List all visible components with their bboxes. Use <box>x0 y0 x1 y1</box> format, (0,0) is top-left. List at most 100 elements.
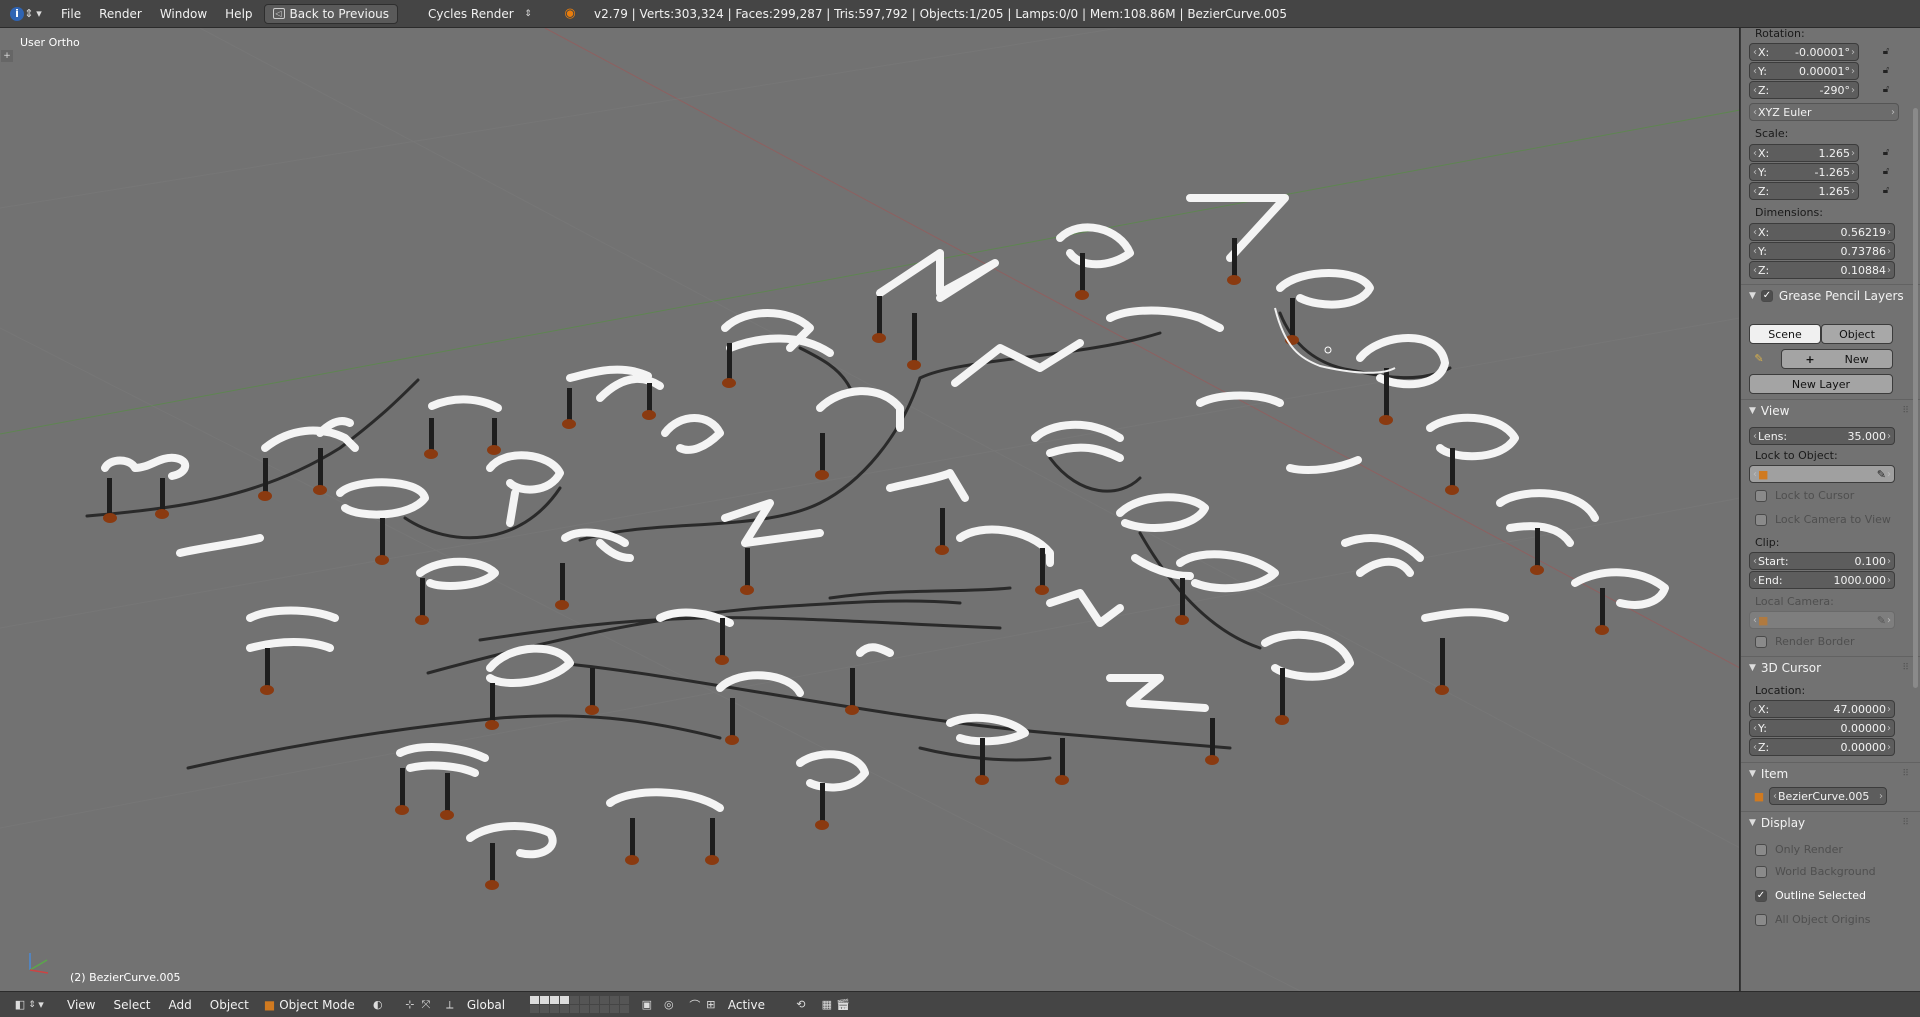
lock-camera-checkbox[interactable]: Lock Camera to View <box>1755 513 1891 526</box>
lock-icon[interactable]: 🔓︎ <box>1879 185 1893 197</box>
eyedropper-icon[interactable]: ✎ <box>1768 468 1886 481</box>
rotation-y-field[interactable]: Y: 0.00001° <box>1749 62 1859 80</box>
lock-icon[interactable]: 🔓︎ <box>1879 147 1893 159</box>
layer-6[interactable] <box>579 996 589 1004</box>
menu-help[interactable]: Help <box>216 7 261 21</box>
viewport-scene[interactable] <box>0 28 1740 991</box>
new-grease-pencil-button[interactable]: + New <box>1781 349 1893 369</box>
layer-11[interactable] <box>529 1005 539 1013</box>
tab-scene[interactable]: Scene <box>1749 324 1821 344</box>
only-render-checkbox[interactable]: Only Render <box>1755 843 1843 856</box>
menu-window[interactable]: Window <box>151 7 216 21</box>
expand-toolshelf-icon[interactable]: + <box>1 50 13 62</box>
layer-5[interactable] <box>569 996 579 1004</box>
manipulator-icon[interactable]: ⤧ <box>418 997 434 1013</box>
menu-add[interactable]: Add <box>160 998 201 1012</box>
collapse-menus-icon[interactable]: ▾ <box>36 997 46 1013</box>
layer-19[interactable] <box>609 1005 619 1013</box>
world-background-checkbox[interactable]: World Background <box>1755 865 1876 878</box>
layer-13[interactable] <box>549 1005 559 1013</box>
lock-to-object-field[interactable]: ■ ✎ <box>1749 465 1895 483</box>
collapse-menus-icon[interactable]: ▾ <box>34 6 44 22</box>
layer-8[interactable] <box>599 996 609 1004</box>
menu-render[interactable]: Render <box>90 7 151 21</box>
layer-12[interactable] <box>539 1005 549 1013</box>
layer-2[interactable] <box>539 996 549 1004</box>
outline-selected-checkbox[interactable]: ✓ Outline Selected <box>1755 889 1866 902</box>
item-panel-header[interactable]: ▼ Item ⠿ <box>1741 762 1920 784</box>
layer-16[interactable] <box>579 1005 589 1013</box>
layer-10[interactable] <box>619 996 629 1004</box>
rotation-mode-dropdown[interactable]: XYZ Euler <box>1749 103 1899 121</box>
lock-icon[interactable]: 🔓︎ <box>1879 166 1893 178</box>
snap-element-icon[interactable]: ⊞ <box>703 997 719 1013</box>
layer-18[interactable] <box>599 1005 609 1013</box>
layer-20[interactable] <box>619 1005 629 1013</box>
proportional-edit-icon[interactable]: ◎ <box>661 997 677 1013</box>
render-image-icon[interactable]: ▦ <box>819 997 835 1013</box>
cursor-y-field[interactable]: Y: 0.00000 <box>1749 719 1895 737</box>
dimensions-z-field[interactable]: Z: 0.10884 <box>1749 261 1895 279</box>
layer-14[interactable] <box>559 1005 569 1013</box>
object-name-field[interactable]: BezierCurve.005 <box>1769 787 1887 805</box>
new-layer-button[interactable]: New Layer <box>1749 374 1893 394</box>
pivot-dropdown[interactable]: Active <box>719 998 789 1012</box>
opengl-render-icon[interactable]: ⟲ <box>793 997 809 1013</box>
layer-buttons[interactable] <box>529 996 629 1013</box>
editor-type-chevron-icon[interactable]: ⇕ <box>24 6 34 22</box>
eyedropper-icon[interactable]: ✎ <box>1768 614 1886 627</box>
info-editor-icon[interactable]: i <box>10 6 24 21</box>
drag-handle-icon[interactable]: ⠿ <box>1902 406 1910 416</box>
drag-handle-icon[interactable]: ⠿ <box>1902 663 1910 673</box>
scale-y-field[interactable]: Y: -1.265 <box>1749 163 1859 181</box>
local-camera-field[interactable]: ■ ✎ <box>1749 611 1895 629</box>
lock-icon[interactable]: 🔓︎ <box>1879 65 1893 77</box>
clip-start-field[interactable]: Start: 0.100 <box>1749 552 1895 570</box>
back-to-previous-button[interactable]: ◁ Back to Previous <box>263 3 399 24</box>
menu-view[interactable]: View <box>58 998 104 1012</box>
menu-file[interactable]: File <box>52 7 90 21</box>
render-animation-icon[interactable]: 🎬︎ <box>835 997 851 1013</box>
snap-icon[interactable]: ⌒ <box>687 997 703 1013</box>
clip-end-field[interactable]: End: 1000.000 <box>1749 571 1895 589</box>
layer-1[interactable] <box>529 996 539 1004</box>
rotation-z-field[interactable]: Z: -290° <box>1749 81 1859 99</box>
dimensions-x-field[interactable]: X: 0.56219 <box>1749 223 1895 241</box>
pencil-icon[interactable]: ✎ <box>1751 350 1767 366</box>
all-object-origins-checkbox[interactable]: All Object Origins <box>1755 913 1870 926</box>
display-panel-header[interactable]: ▼ Display ⠿ <box>1741 811 1920 833</box>
scale-x-field[interactable]: X: 1.265 <box>1749 144 1859 162</box>
lock-camera-icon[interactable]: ▣ <box>639 997 655 1013</box>
mode-dropdown[interactable]: ■ Object Mode <box>258 998 366 1012</box>
dimensions-y-field[interactable]: Y: 0.73786 <box>1749 242 1895 260</box>
rotation-x-field[interactable]: X: -0.00001° <box>1749 43 1859 61</box>
pivot-point-icon[interactable]: ⊹ <box>402 997 418 1013</box>
lock-to-cursor-checkbox[interactable]: Lock to Cursor <box>1755 489 1854 502</box>
render-border-checkbox[interactable]: Render Border <box>1755 635 1855 648</box>
3d-cursor-panel-header[interactable]: ▼ 3D Cursor ⠿ <box>1741 656 1920 678</box>
drag-handle-icon[interactable]: ⠿ <box>1902 769 1910 779</box>
layer-4[interactable] <box>559 996 569 1004</box>
sidebar-scrollbar[interactable] <box>1913 108 1918 688</box>
menu-select[interactable]: Select <box>104 998 159 1012</box>
lens-field[interactable]: Lens: 35.000 <box>1749 427 1895 445</box>
cursor-x-field[interactable]: X: 47.00000 <box>1749 700 1895 718</box>
viewport-shading-icon[interactable]: ◐ <box>370 997 386 1013</box>
layer-3[interactable] <box>549 996 559 1004</box>
render-engine-dropdown[interactable]: Cycles Render ⇕ <box>420 4 540 24</box>
drag-handle-icon[interactable]: ⠿ <box>1902 818 1910 828</box>
layer-9[interactable] <box>609 996 619 1004</box>
menu-object[interactable]: Object <box>201 998 258 1012</box>
view-panel-header[interactable]: ▼ View ⠿ <box>1741 399 1920 421</box>
transform-orientation-icon[interactable]: ⟂ <box>442 997 458 1013</box>
grease-pencil-panel-header[interactable]: ▼ ✓ Grease Pencil Layers <box>1741 284 1920 306</box>
layer-17[interactable] <box>589 1005 599 1013</box>
grease-pencil-checkbox[interactable]: ✓ <box>1760 289 1773 302</box>
orientation-dropdown[interactable]: Global <box>458 998 520 1012</box>
editor-type-3d-view-icon[interactable]: ◧ <box>12 997 28 1013</box>
cursor-z-field[interactable]: Z: 0.00000 <box>1749 738 1895 756</box>
3d-viewport[interactable]: User Ortho (2) BezierCurve.005 + <box>0 28 1740 991</box>
lock-icon[interactable]: 🔓︎ <box>1879 84 1893 96</box>
scale-z-field[interactable]: Z: 1.265 <box>1749 182 1859 200</box>
layer-7[interactable] <box>589 996 599 1004</box>
